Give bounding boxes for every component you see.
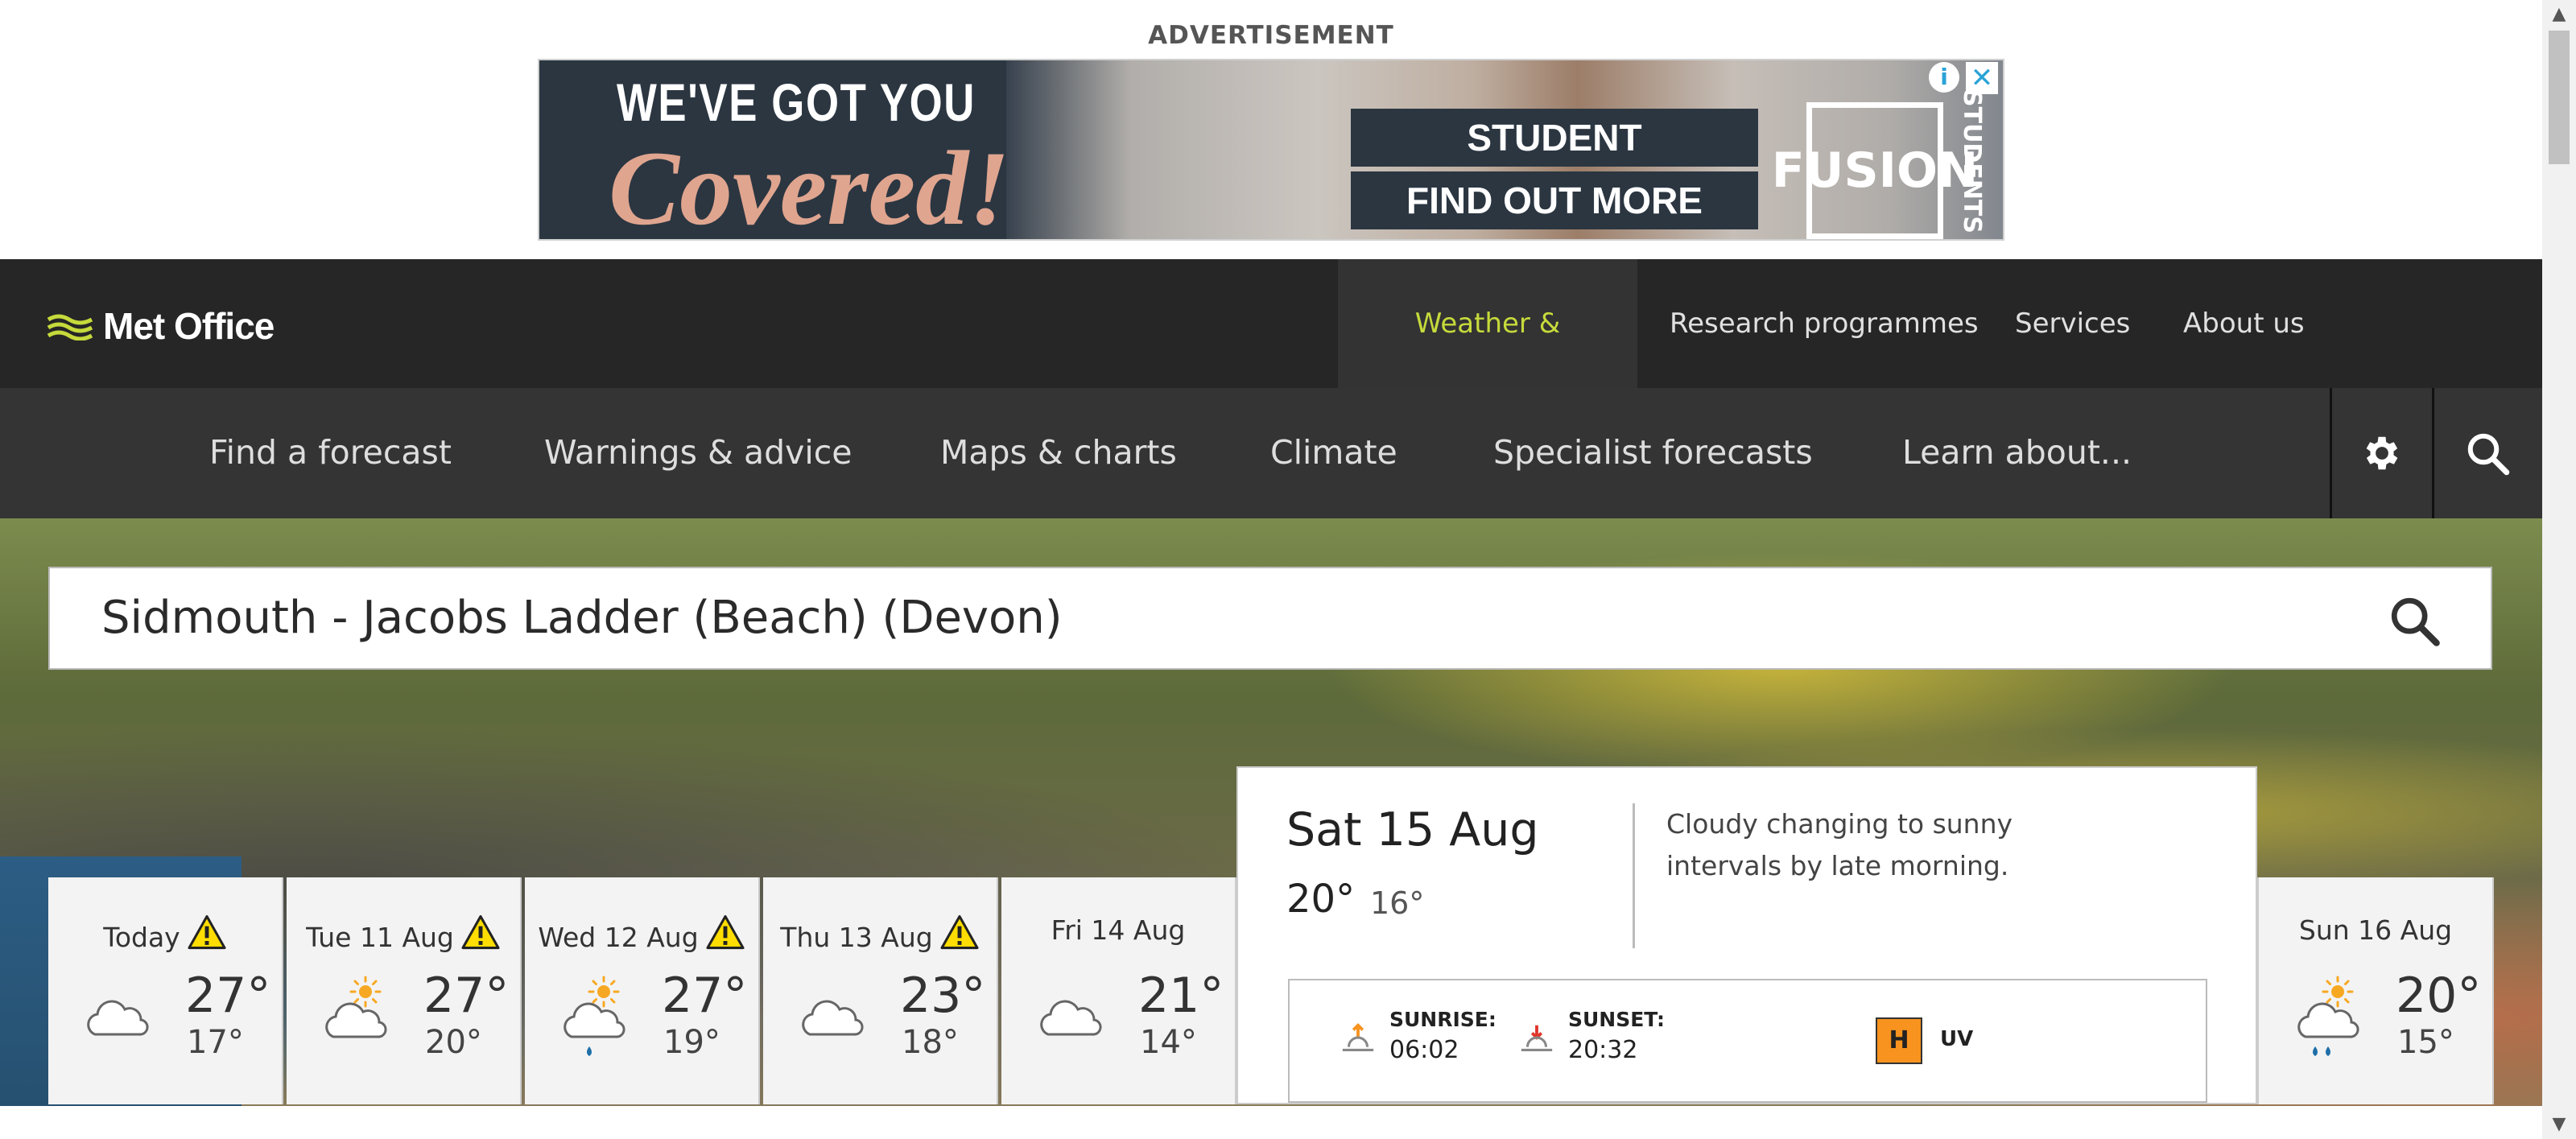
nav-find-forecast[interactable]: Find a forecast <box>209 388 452 518</box>
forecast-day-card[interactable]: Thu 13 Aug 23° 18° <box>763 877 998 1104</box>
selected-day-summary: Cloudy changing to sunny intervals by la… <box>1666 808 2013 881</box>
search-icon[interactable] <box>2386 592 2442 649</box>
cloudy-icon <box>795 994 868 1042</box>
selected-day-detail[interactable]: Sat 15 Aug 20° 16° Cloudy changing to su… <box>1236 766 2257 1104</box>
uv-index-badge: H <box>1876 1017 1922 1064</box>
forecast-day-card[interactable]: Sun 16 Aug 20° 15° <box>2257 877 2494 1104</box>
settings-button[interactable] <box>2330 388 2434 518</box>
ad-brand-side-text: STUDENTS <box>1958 89 1986 234</box>
day-name: Thu 13 Aug <box>780 922 933 953</box>
nav-services[interactable]: Services <box>1983 259 2162 388</box>
nav-weather-climate[interactable]: Weather & climate <box>1338 259 1637 468</box>
warning-icon <box>460 914 501 950</box>
day-high-temp: 20° <box>2396 968 2482 1024</box>
gear-icon <box>2366 436 2398 470</box>
day-high-temp: 23° <box>900 968 986 1024</box>
warning-icon <box>187 914 227 950</box>
nav-maps-charts[interactable]: Maps & charts <box>940 388 1177 518</box>
logo-text: Met Office <box>103 305 275 347</box>
sunset-info: SUNSET: 20:32 <box>1568 1008 1665 1064</box>
warning-icon <box>939 914 980 950</box>
cloudy-icon <box>1034 994 1106 1042</box>
page-scrollbar[interactable]: ▲ ▼ <box>2542 0 2576 1139</box>
nav-specialist-forecasts[interactable]: Specialist forecasts <box>1493 388 1813 518</box>
day-high-temp: 27° <box>423 968 510 1024</box>
sunrise-label: SUNRISE: <box>1389 1008 1496 1031</box>
uv-label: UV <box>1940 1027 1974 1051</box>
nav-about-us[interactable]: About us <box>2151 259 2337 388</box>
nav-research-programmes[interactable]: Research programmes <box>1637 259 2011 388</box>
sunny-shower-icon <box>564 976 625 1056</box>
site-search-button[interactable] <box>2432 388 2542 518</box>
day-name: Tue 11 Aug <box>306 922 454 953</box>
ad-cta-line1[interactable]: STUDENT ACCOMMODATION <box>1351 109 1758 217</box>
scroll-down-arrow-icon[interactable]: ▼ <box>2542 1110 2576 1139</box>
day-name: Fri 14 Aug <box>1051 914 1186 946</box>
ad-headline-line2: Covered! <box>609 129 1010 241</box>
search-icon <box>2467 433 2509 476</box>
sunny-intervals-icon <box>325 976 387 1038</box>
day-low-temp: 17° <box>187 1024 244 1061</box>
sunrise-icon <box>1342 1023 1374 1051</box>
sunset-time: 20:32 <box>1568 1036 1638 1064</box>
ad-headline-line1: WE'VE GOT YOU <box>617 72 976 132</box>
forecast-day-card[interactable]: Wed 12 Aug 27° 19° <box>525 877 760 1104</box>
met-office-logo[interactable]: Met Office <box>47 304 275 348</box>
day-low-temp: 15° <box>2397 1024 2454 1061</box>
nav-climate[interactable]: Climate <box>1270 388 1397 518</box>
sunrise-time: 06:02 <box>1389 1036 1459 1064</box>
sunset-label: SUNSET: <box>1568 1008 1665 1031</box>
sunrise-info: SUNRISE: 06:02 <box>1389 1008 1496 1064</box>
forecast-day-card[interactable]: Fri 14 Aug 21° 14° <box>1001 877 1236 1104</box>
advertisement-label: ADVERTISEMENT <box>1148 21 1394 50</box>
selected-day-low-temp: 16° <box>1370 885 1425 921</box>
met-office-wave-icon <box>47 314 93 340</box>
selected-day-date: Sat 15 Aug <box>1286 803 1539 856</box>
day-low-temp: 20° <box>425 1024 482 1061</box>
advertisement-banner[interactable]: WE'VE GOT YOU Covered! STUDENT ACCOMMODA… <box>538 59 2004 241</box>
location-search-value: Sidmouth - Jacobs Ladder (Beach) (Devon) <box>101 592 1063 644</box>
day-name: Sun 16 Aug <box>2298 914 2453 946</box>
day-high-temp: 27° <box>185 968 271 1024</box>
main-navigation: Find a forecast Warnings & advice Maps &… <box>0 388 2542 518</box>
scroll-up-arrow-icon[interactable]: ▲ <box>2542 0 2576 29</box>
ad-cta-line2[interactable]: FIND OUT MORE <box>1351 171 1758 229</box>
scrollbar-thumb[interactable] <box>2549 31 2570 164</box>
warning-icon <box>705 914 745 950</box>
day-low-temp: 19° <box>663 1024 720 1061</box>
close-icon[interactable]: ✕ <box>1966 62 1998 94</box>
forecast-day-card[interactable]: Tue 11 Aug 27° 20° <box>287 877 522 1104</box>
day-low-temp: 18° <box>902 1024 959 1061</box>
sunset-icon <box>1521 1025 1553 1051</box>
location-search-input[interactable]: Sidmouth - Jacobs Ladder (Beach) (Devon) <box>48 567 2492 670</box>
sunny-shower-icon <box>2297 976 2359 1056</box>
nav-warnings-advice[interactable]: Warnings & advice <box>544 388 852 518</box>
day-low-temp: 14° <box>1140 1024 1197 1061</box>
day-name: Wed 12 Aug <box>538 922 699 953</box>
cloudy-icon <box>80 994 153 1042</box>
selected-day-high-temp: 20° <box>1286 877 1356 922</box>
day-high-temp: 21° <box>1138 968 1224 1024</box>
ad-brand-logo: FUSION <box>1772 102 1978 239</box>
info-icon[interactable]: i <box>1929 62 1959 93</box>
sun-uv-panel: SUNRISE: 06:02 SUNSET: 20:32 H UV <box>1288 979 2207 1103</box>
day-high-temp: 27° <box>662 968 748 1024</box>
top-navigation: Met Office Weather & climate Research pr… <box>0 259 2542 468</box>
detail-divider <box>1633 803 1635 948</box>
nav-learn-about[interactable]: Learn about... <box>1902 388 2132 518</box>
forecast-day-card[interactable]: Today 27° 17° <box>48 877 283 1104</box>
day-name: Today <box>103 922 180 953</box>
